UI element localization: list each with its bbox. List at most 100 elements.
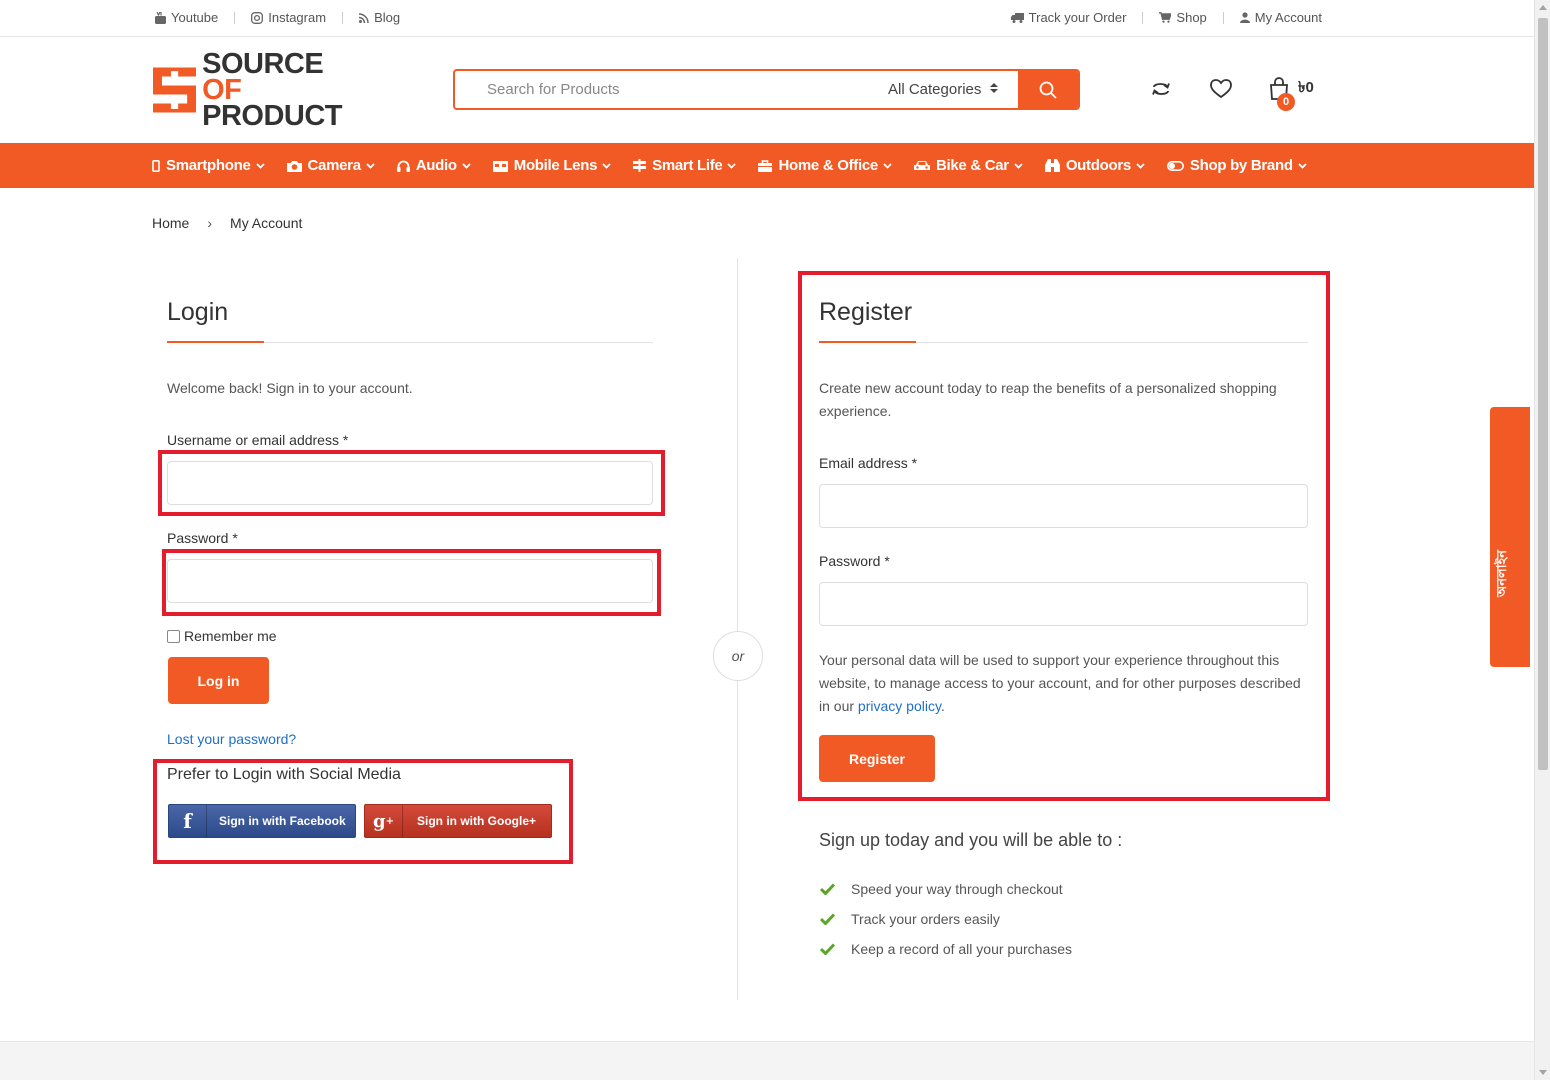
login-title: Login	[167, 298, 229, 326]
nav-item-smartphone[interactable]: Smartphone	[152, 157, 265, 174]
email-input[interactable]	[819, 484, 1308, 528]
scroll-up-icon[interactable]	[1539, 5, 1547, 10]
highlight-register	[798, 271, 1330, 801]
register-title-underline	[819, 341, 1308, 343]
instagram-icon	[251, 11, 264, 24]
scroll-down-icon[interactable]	[1539, 1070, 1547, 1075]
lost-password-link[interactable]: Lost your password?	[167, 731, 296, 747]
cart-button[interactable]: 0 ৳0	[1268, 76, 1314, 111]
chevron-down-icon	[366, 162, 375, 169]
chevron-down-icon	[1136, 162, 1145, 169]
column-divider	[737, 258, 738, 1000]
wishlist-button[interactable]	[1208, 76, 1234, 102]
compare-icon	[1152, 83, 1170, 95]
login-intro: Welcome back! Sign in to your account.	[167, 380, 413, 396]
user-icon	[1239, 12, 1250, 23]
topbar-track-order-link[interactable]: Track your Order	[1010, 10, 1126, 25]
search-icon	[1039, 81, 1057, 99]
camera-icon	[286, 160, 302, 172]
chevron-down-icon	[462, 162, 471, 169]
cart-count-badge: 0	[1277, 93, 1295, 111]
nav-item-audio[interactable]: Audio	[396, 157, 471, 174]
signpost-icon	[633, 159, 647, 172]
chevron-down-icon	[727, 162, 737, 169]
signup-benefits-title: Sign up today and you will be able to :	[819, 830, 1123, 850]
login-button[interactable]: Log in	[168, 657, 269, 704]
truck-icon	[1010, 12, 1024, 23]
select-arrows-icon	[990, 81, 998, 98]
binoculars-icon	[1044, 159, 1060, 172]
remember-me-checkbox[interactable]	[167, 629, 180, 643]
username-label: Username or email address *	[167, 432, 349, 448]
cart-amount: ৳0	[1298, 79, 1314, 96]
register-password-label: Password *	[819, 553, 890, 569]
topbar-youtube-link[interactable]: Youtube	[155, 10, 218, 25]
briefcase-icon	[758, 159, 773, 172]
register-title: Register	[819, 298, 913, 326]
nav-item-bike-car[interactable]: Bike & Car	[913, 157, 1023, 174]
breadcrumb-current: My Account	[230, 215, 303, 231]
search-button[interactable]	[1018, 71, 1078, 108]
toggle-icon	[1166, 160, 1184, 171]
site-logo[interactable]: SOURCE OF PRODUCT	[153, 50, 353, 131]
topbar-instagram-link[interactable]: Instagram	[251, 10, 326, 25]
main-nav: Smartphone Camera Audio Mobile Lens Smar	[0, 143, 1534, 188]
page: Youtube Instagram Blog Track your Order …	[0, 0, 1534, 1080]
nav-item-camera[interactable]: Camera	[286, 157, 375, 174]
register-button[interactable]: Register	[819, 735, 935, 782]
chevron-down-icon	[1014, 162, 1023, 169]
email-label: Email address *	[819, 455, 918, 471]
check-icon	[820, 943, 835, 955]
privacy-policy-link[interactable]: privacy policy	[858, 698, 941, 714]
or-divider: or	[713, 631, 763, 681]
search-input[interactable]	[455, 71, 868, 108]
check-icon	[820, 883, 835, 895]
nav-item-mobile-lens[interactable]: Mobile Lens	[492, 157, 611, 174]
lens-icon	[492, 160, 508, 172]
breadcrumb-separator: ›	[207, 215, 213, 231]
nav-item-smart-life[interactable]: Smart Life	[633, 157, 737, 174]
benefit-item: Speed your way through checkout	[820, 881, 1063, 897]
highlight-password	[162, 549, 661, 616]
highlight-username	[158, 450, 665, 516]
logo-mark-icon	[153, 67, 197, 113]
nav-item-outdoors[interactable]: Outdoors	[1044, 157, 1145, 174]
breadcrumb: Home › My Account	[152, 215, 302, 231]
check-icon	[820, 913, 835, 925]
headphones-icon	[396, 160, 410, 172]
logo-text-product: PRODUCT	[202, 100, 343, 132]
topbar-shop-link[interactable]: Shop	[1159, 10, 1207, 25]
chevron-down-icon	[1298, 162, 1307, 169]
phone-icon	[152, 159, 160, 172]
chevron-down-icon	[602, 162, 611, 169]
online-chat-tab[interactable]: অনলাইন	[1490, 407, 1530, 667]
remember-me-label: Remember me	[184, 628, 277, 644]
register-intro: Create new account today to reap the ben…	[819, 380, 1277, 419]
heart-icon	[1210, 79, 1232, 99]
scrollbar[interactable]	[1534, 0, 1550, 1080]
breadcrumb-home-link[interactable]: Home	[152, 215, 189, 231]
topbar-blog-link[interactable]: Blog	[359, 10, 400, 25]
youtube-icon	[155, 11, 166, 24]
chevron-down-icon	[883, 162, 892, 169]
nav-item-shop-by-brand[interactable]: Shop by Brand	[1166, 157, 1307, 174]
top-bar: Youtube Instagram Blog Track your Order …	[0, 0, 1534, 37]
cart-icon	[1159, 12, 1172, 23]
rss-icon	[359, 12, 369, 23]
nav-item-home-office[interactable]: Home & Office	[758, 157, 892, 174]
scrollbar-thumb[interactable]	[1538, 18, 1548, 770]
compare-button[interactable]	[1148, 76, 1174, 102]
category-select[interactable]: All Categories	[868, 71, 1018, 108]
topbar-my-account-link[interactable]: My Account	[1239, 10, 1322, 25]
benefit-item: Keep a record of all your purchases	[820, 941, 1072, 957]
privacy-notice: Your personal data will be used to suppo…	[819, 652, 1301, 714]
highlight-social-login	[153, 759, 573, 864]
benefit-item: Track your orders easily	[820, 911, 1000, 927]
footer	[0, 1041, 1534, 1080]
car-icon	[913, 160, 930, 172]
register-password-input[interactable]	[819, 582, 1308, 626]
search-bar: All Categories	[453, 69, 1080, 110]
login-title-underline	[167, 341, 653, 343]
login-password-label: Password *	[167, 530, 238, 546]
chevron-down-icon	[255, 162, 265, 169]
